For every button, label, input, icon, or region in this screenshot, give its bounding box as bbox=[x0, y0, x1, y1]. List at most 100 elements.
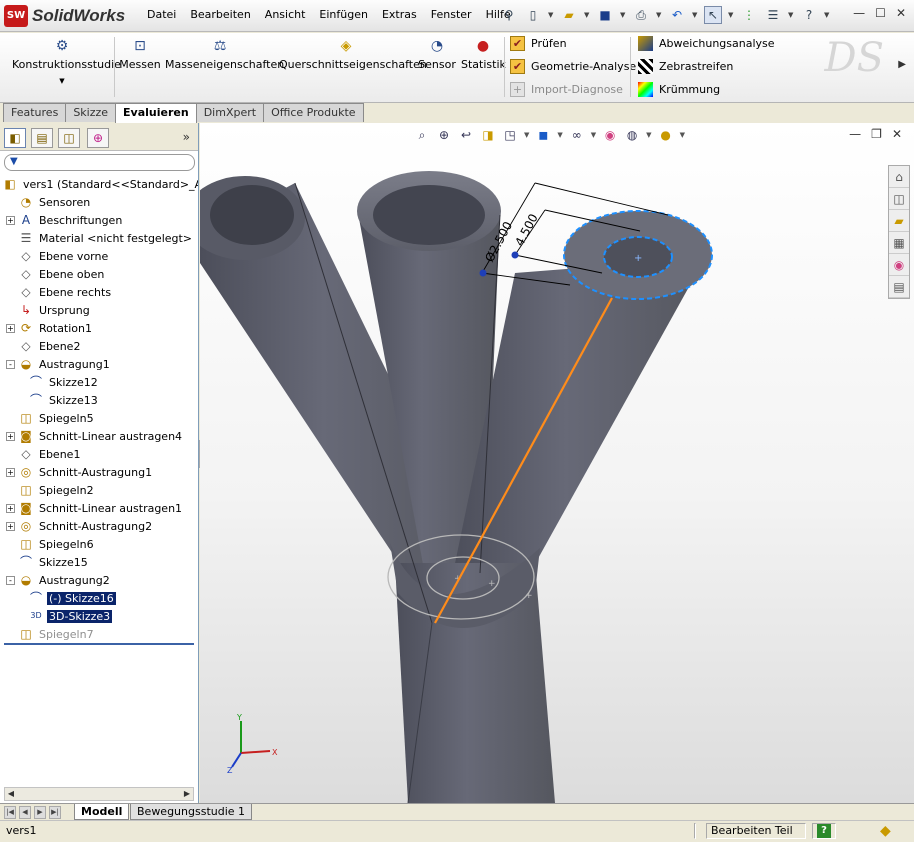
abweichungsanalyse-button[interactable]: Abweichungsanalyse bbox=[638, 36, 775, 51]
options-icon[interactable]: ☰ bbox=[764, 6, 782, 24]
tab-bewegungsstudie[interactable]: Bewegungsstudie 1 bbox=[130, 804, 253, 820]
tree-node[interactable]: + ◎ Schnitt-Austragung2 bbox=[6, 517, 154, 535]
prev-tab-icon[interactable]: ◀ bbox=[19, 806, 31, 819]
konstruktionsstudie-button[interactable]: ⚙ Konstruktionsstudie ▼ bbox=[12, 37, 121, 85]
viewport-restore-icon[interactable]: ❐ bbox=[871, 127, 882, 141]
tree-node[interactable]: ☰ Material <nicht festgelegt> bbox=[6, 229, 194, 247]
chevron-down-icon[interactable]: ▼ bbox=[12, 77, 112, 85]
expand-icon[interactable]: + bbox=[6, 521, 15, 531]
tree-node[interactable]: ◇ Ebene1 bbox=[6, 445, 82, 463]
tree-node[interactable]: 3D 3D-Skizze3 bbox=[28, 607, 113, 625]
feature-manager-tab-icon[interactable]: ◧ bbox=[4, 128, 26, 148]
zoom-to-area-icon[interactable]: ⊕ bbox=[436, 127, 452, 143]
expand-icon[interactable]: + bbox=[6, 503, 15, 513]
tree-node[interactable]: ◇ Ebene rechts bbox=[6, 283, 113, 301]
tree-node[interactable]: + A Beschriftungen bbox=[6, 211, 124, 229]
tree-node[interactable]: ↳ Ursprung bbox=[6, 301, 92, 319]
viewport-minimize-icon[interactable]: — bbox=[849, 127, 861, 141]
menu-extras[interactable]: Extras bbox=[375, 8, 424, 21]
help-dropdown-icon[interactable]: ▼ bbox=[824, 11, 830, 19]
collapse-ribbon-icon[interactable]: ▶ bbox=[898, 59, 906, 70]
collapse-icon[interactable]: - bbox=[6, 575, 15, 585]
expand-icon[interactable]: + bbox=[6, 215, 15, 225]
edit-appearance-icon[interactable]: ◉ bbox=[602, 127, 618, 143]
geometrie-analyse-button[interactable]: ✔ Geometrie-Analyse bbox=[510, 59, 636, 74]
print-dropdown-icon[interactable]: ▼ bbox=[656, 11, 662, 19]
new-document-icon[interactable]: ▯ bbox=[524, 6, 542, 24]
cad-scene[interactable]: + + + + Ø2.500 4.500 bbox=[200, 123, 914, 803]
main-trunk-tube[interactable] bbox=[390, 543, 555, 803]
expand-icon[interactable]: + bbox=[6, 323, 15, 333]
save-icon[interactable]: ■ bbox=[596, 6, 614, 24]
view-palette-icon[interactable]: ▦ bbox=[889, 232, 909, 254]
pin-icon[interactable]: ⚲ bbox=[500, 6, 518, 24]
apply-scene-icon[interactable]: ◍ bbox=[624, 127, 640, 143]
dimxpert-manager-tab-icon[interactable]: ⊕ bbox=[87, 128, 109, 148]
querschnitt-button[interactable]: ◈ Querschnittseigenschaften bbox=[279, 37, 427, 71]
menu-datei[interactable]: Datei bbox=[140, 8, 183, 21]
messen-button[interactable]: ⊡ Messen bbox=[119, 37, 161, 71]
display-style-icon[interactable]: ◼ bbox=[535, 127, 551, 143]
menu-einfuegen[interactable]: Einfügen bbox=[312, 8, 375, 21]
zoom-to-fit-icon[interactable]: ⌕ bbox=[414, 127, 430, 143]
scroll-right-icon[interactable]: ▶ bbox=[181, 788, 193, 800]
tree-node[interactable]: + ◙ Schnitt-Linear austragen1 bbox=[6, 499, 184, 517]
chevron-down-icon[interactable]: ▼ bbox=[591, 131, 596, 139]
menu-ansicht[interactable]: Ansicht bbox=[258, 8, 313, 21]
pruefen-button[interactable]: ✔ Prüfen bbox=[510, 36, 567, 51]
tree-node[interactable]: ◫ Spiegeln6 bbox=[6, 535, 96, 553]
tag-icon[interactable]: ◆ bbox=[880, 823, 891, 839]
appearances-icon[interactable]: ◉ bbox=[889, 254, 909, 276]
next-tab-icon[interactable]: ▶ bbox=[34, 806, 46, 819]
new-dropdown-icon[interactable]: ▼ bbox=[548, 11, 554, 19]
tab-evaluieren[interactable]: Evaluieren bbox=[115, 103, 197, 123]
chevron-down-icon[interactable]: ▼ bbox=[524, 131, 529, 139]
tree-node[interactable]: ◇ Ebene2 bbox=[6, 337, 82, 355]
tree-node[interactable]: ⌒ Skizze12 bbox=[28, 373, 100, 391]
tree-node[interactable]: ◫ Spiegeln7 bbox=[6, 625, 96, 640]
select-dropdown-icon[interactable]: ▼ bbox=[728, 11, 734, 19]
minimize-icon[interactable]: — bbox=[853, 6, 865, 20]
expand-icon[interactable]: + bbox=[6, 431, 15, 441]
first-tab-icon[interactable]: |◀ bbox=[4, 806, 16, 819]
configuration-manager-tab-icon[interactable]: ◫ bbox=[58, 128, 80, 148]
dimension-handle[interactable] bbox=[511, 251, 519, 259]
close-icon[interactable]: ✕ bbox=[896, 6, 906, 20]
tree-node[interactable]: + ◎ Schnitt-Austragung1 bbox=[6, 463, 154, 481]
sensor-button[interactable]: ◔ Sensor bbox=[417, 37, 457, 71]
maximize-icon[interactable]: ☐ bbox=[875, 6, 886, 20]
menu-fenster[interactable]: Fenster bbox=[424, 8, 479, 21]
undo-dropdown-icon[interactable]: ▼ bbox=[692, 11, 698, 19]
dimension-handle[interactable] bbox=[479, 269, 487, 277]
tree-filter-input[interactable]: ▼ bbox=[4, 154, 195, 171]
graphics-viewport[interactable]: ⌕ ⊕ ↩ ◨ ◳ ▼ ◼ ▼ ∞ ▼ ◉ ◍ ▼ ● ▼ — ❐ ✕ + + … bbox=[200, 123, 914, 803]
section-view-icon[interactable]: ◨ bbox=[480, 127, 496, 143]
tree-node[interactable]: ◇ Ebene oben bbox=[6, 265, 106, 283]
file-explorer-icon[interactable]: ▰ bbox=[889, 210, 909, 232]
open-dropdown-icon[interactable]: ▼ bbox=[584, 11, 590, 19]
tree-node[interactable]: ◔ Sensoren bbox=[6, 193, 92, 211]
zebrastreifen-button[interactable]: Zebrastreifen bbox=[638, 59, 733, 74]
tree-node[interactable]: ⌒ Skizze15 bbox=[6, 553, 90, 571]
save-dropdown-icon[interactable]: ▼ bbox=[620, 11, 626, 19]
tree-node[interactable]: ◫ Spiegeln5 bbox=[6, 409, 96, 427]
tree-node[interactable]: ◧ vers1 (Standard<<Standard>_Anz bbox=[2, 175, 198, 193]
tree-horizontal-scrollbar[interactable]: ◀ ▶ bbox=[4, 787, 194, 801]
tab-features[interactable]: Features bbox=[3, 103, 67, 122]
select-cursor-icon[interactable]: ↖ bbox=[704, 6, 722, 24]
viewport-close-icon[interactable]: ✕ bbox=[892, 127, 902, 141]
undo-icon[interactable]: ↶ bbox=[668, 6, 686, 24]
tab-skizze[interactable]: Skizze bbox=[65, 103, 117, 122]
import-diagnose-button[interactable]: + Import-Diagnose bbox=[510, 82, 623, 97]
more-tabs-icon[interactable]: » bbox=[183, 130, 190, 144]
help-icon[interactable]: ? bbox=[800, 6, 818, 24]
view-orientation-icon[interactable]: ◳ bbox=[502, 127, 518, 143]
tree-node[interactable]: ⌒ (-) Skizze16 bbox=[28, 589, 116, 607]
rebuild-traffic-light-icon[interactable]: ⋮ bbox=[740, 6, 758, 24]
last-tab-icon[interactable]: ▶| bbox=[49, 806, 61, 819]
chevron-down-icon[interactable]: ▼ bbox=[680, 131, 685, 139]
print-icon[interactable]: ⎙ bbox=[632, 6, 650, 24]
hide-show-items-icon[interactable]: ∞ bbox=[569, 127, 585, 143]
tree-node[interactable]: + ◙ Schnitt-Linear austragen4 bbox=[6, 427, 184, 445]
expand-icon[interactable]: + bbox=[6, 467, 15, 477]
